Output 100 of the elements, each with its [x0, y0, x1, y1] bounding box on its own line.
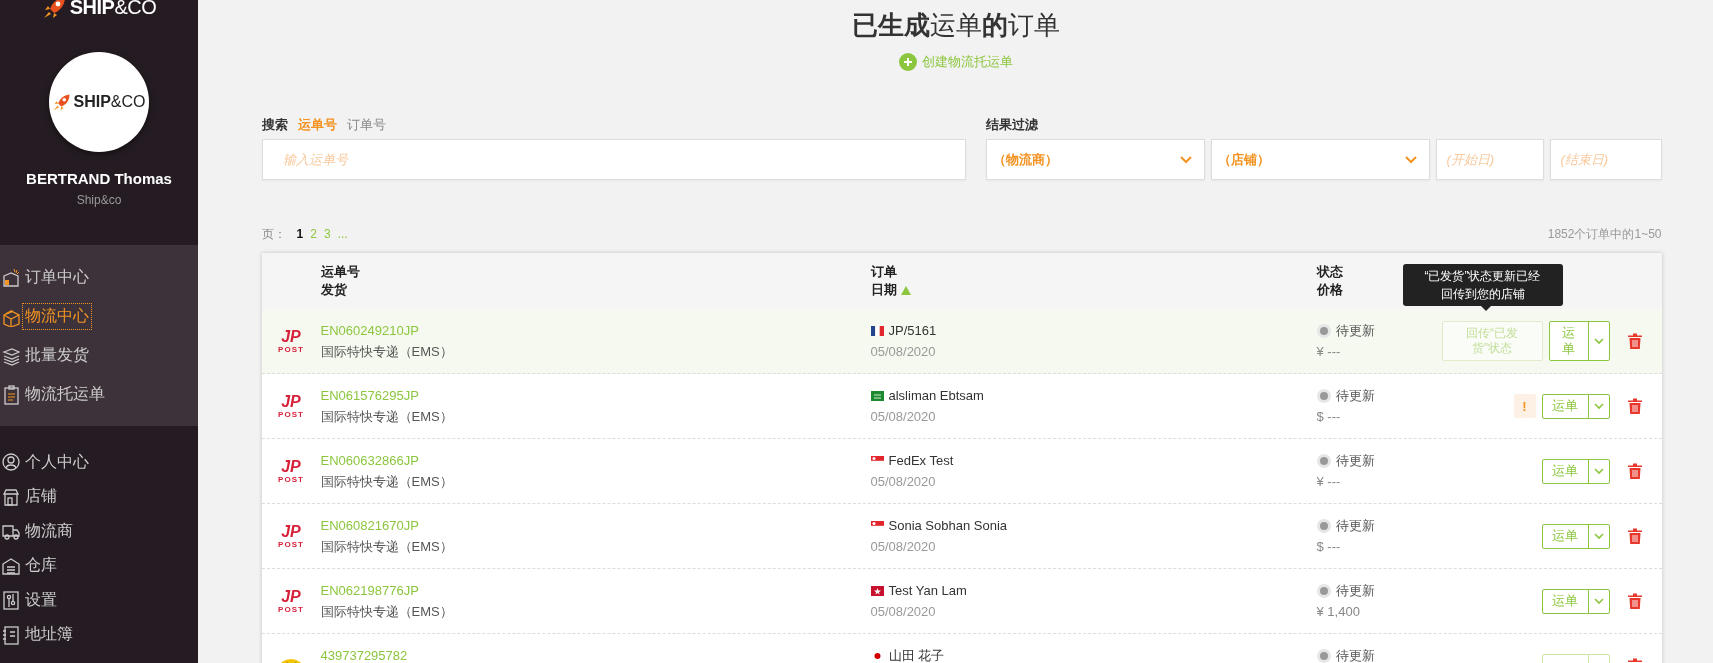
status-text: 待更新 — [1335, 582, 1375, 599]
flag-icon — [870, 520, 884, 531]
chevron-down-icon — [1593, 337, 1604, 345]
column-header: 状态 — [1316, 263, 1343, 281]
search-field[interactable]: 输入运单号 — [261, 139, 966, 180]
column-header[interactable]: 日期 — [870, 281, 897, 299]
avatar-logo: SHIP&CO — [49, 52, 149, 152]
status-text: 待更新 — [1335, 517, 1375, 534]
tracking-number-link[interactable]: EN060821670JP — [320, 517, 419, 534]
page-title: 已生成运单的订单 — [851, 9, 1060, 42]
sidebar-item[interactable]: 订单中心 — [0, 258, 198, 297]
order-name: Test Yan Lam — [888, 582, 967, 599]
user-name: BERTRAND Thomas — [26, 170, 172, 187]
chevron-down-icon — [1593, 597, 1604, 605]
carrier-logo: JP POST — [278, 328, 304, 354]
warning-badge: ! — [1513, 394, 1536, 418]
sidebar-item[interactable]: 物流中心 — [0, 297, 198, 336]
price: $ --- — [1316, 538, 1342, 555]
order-name: FedEx Test — [888, 452, 954, 469]
status-text: 待更新 — [1335, 387, 1375, 404]
order-date: 05/08/2020 — [870, 473, 937, 490]
filter-dropdown[interactable]: （物流商） — [985, 139, 1205, 180]
chevron-down-icon — [1593, 402, 1604, 410]
sort-ascending-icon[interactable] — [900, 285, 911, 295]
price: ¥ --- — [1316, 473, 1342, 490]
logo: SHIP&CO — [41, 0, 157, 20]
status-dot-icon — [1316, 583, 1331, 598]
shipping-service: 国际特快专递（EMS） — [320, 343, 454, 360]
carrier-logo: JP POST — [278, 588, 304, 614]
tracking-number-link[interactable]: EN060249210JP — [320, 322, 419, 339]
stack-icon — [2, 345, 20, 366]
flag-icon — [870, 390, 884, 401]
order-date: 05/08/2020 — [870, 538, 937, 555]
tooltip: “已发货”状态更新已经 回传到您的店铺 — [1402, 264, 1563, 306]
trash-icon[interactable] — [1627, 528, 1642, 544]
sidebar-item[interactable]: 设置 — [0, 583, 198, 618]
order-name: Sonia Sobhan Sonia — [888, 517, 1008, 534]
tracking-number-link[interactable]: EN061576295JP — [320, 387, 419, 404]
settings-icon — [2, 590, 20, 611]
chevron-down-icon — [1593, 532, 1604, 540]
more-pages-link[interactable]: ... — [337, 227, 348, 241]
chevron-down-icon — [1593, 467, 1604, 475]
status-dot-icon — [1316, 648, 1331, 663]
status-dot-icon — [1316, 518, 1331, 533]
status-text: 待更新 — [1335, 322, 1375, 339]
flag-icon — [870, 325, 884, 336]
carrier-logo: JP POST — [278, 523, 304, 549]
shipping-service: 国际特快专递（EMS） — [320, 473, 454, 490]
page-link[interactable]: 2 — [310, 227, 317, 241]
company-name: Ship&co — [76, 193, 122, 207]
page-link[interactable]: 1 — [296, 227, 304, 241]
sidebar-item[interactable]: 物流商 — [0, 514, 198, 549]
status-dot-icon — [1316, 388, 1331, 403]
status-dot-icon — [1316, 323, 1331, 338]
pagination-label: 页： — [261, 225, 286, 243]
status-text: 待更新 — [1335, 452, 1375, 469]
tracking-number-link[interactable]: 439737295782 — [320, 647, 408, 663]
status-text: 待更新 — [1335, 647, 1375, 663]
price: ¥ --- — [1316, 343, 1342, 360]
order-date: 05/08/2020 — [870, 603, 937, 620]
column-header: 发货 — [320, 281, 347, 299]
tooltip-arrow — [1479, 305, 1492, 311]
plus-icon — [898, 53, 917, 71]
order-name: alsliman Ebtsam — [888, 387, 984, 404]
flag-icon — [870, 585, 884, 596]
carrier-logo: JP POST — [278, 458, 304, 484]
clipboard-icon — [2, 384, 20, 405]
search-mode-tab[interactable]: 订单号 — [346, 116, 386, 134]
filter-label: 结果过滤 — [985, 116, 1038, 134]
flag-icon — [870, 455, 884, 466]
order-date: 05/08/2020 — [870, 408, 937, 425]
rocket-icon — [41, 0, 68, 19]
tracking-number-link[interactable]: EN062198776JP — [320, 582, 419, 599]
box-icon — [2, 267, 20, 288]
create-link[interactable]: 创建物流托运单 — [898, 53, 1013, 71]
store-icon — [2, 486, 20, 507]
trash-icon[interactable] — [1627, 593, 1642, 609]
tracking-number-link[interactable]: EN060632866JP — [320, 452, 419, 469]
order-name: 山田 花子 — [888, 647, 945, 663]
chevron-down-icon — [1404, 155, 1417, 164]
date-field[interactable]: (开始日) — [1435, 139, 1544, 180]
date-field[interactable]: (结束日) — [1549, 139, 1662, 180]
sidebar-item[interactable]: 物流托运单 — [0, 375, 198, 414]
sidebar-item[interactable]: 地址簿 — [0, 617, 198, 652]
column-header: 订单 — [870, 263, 897, 281]
user-icon — [2, 452, 20, 473]
page-link[interactable]: 3 — [323, 227, 331, 241]
trash-icon[interactable] — [1627, 398, 1642, 414]
sidebar-item[interactable]: 仓库 — [0, 548, 198, 583]
filter-dropdown[interactable]: （店铺） — [1210, 139, 1430, 180]
search-mode-tab[interactable]: 运单号 — [297, 116, 337, 134]
trash-icon[interactable] — [1627, 463, 1642, 479]
sidebar-item[interactable]: 个人中心 — [0, 445, 198, 480]
order-name: JP/5161 — [888, 322, 937, 339]
shipping-service: 国际特快专递（EMS） — [320, 538, 454, 555]
order-date: 05/08/2020 — [870, 343, 937, 360]
trash-icon[interactable] — [1627, 333, 1642, 349]
price: ¥ 1,400 — [1316, 603, 1361, 620]
sidebar-item[interactable]: 店铺 — [0, 479, 198, 514]
sidebar-item[interactable]: 批量发货 — [0, 336, 198, 375]
